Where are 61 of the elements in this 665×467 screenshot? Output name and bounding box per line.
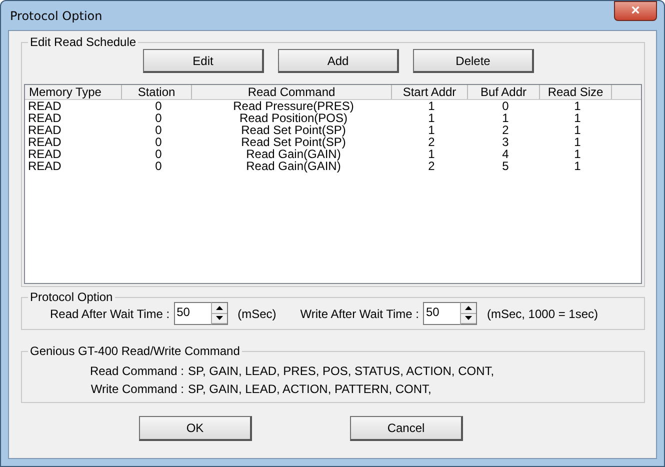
table-cell-text: 1 — [573, 136, 582, 148]
number-field[interactable]: 50 — [174, 302, 211, 325]
table-cell-text: 0 — [154, 124, 163, 136]
table-cell-text: Read Set Point(SP) — [240, 124, 346, 136]
table-cell-text: 1 — [573, 112, 582, 124]
table-cell-text: READ — [27, 148, 62, 160]
table-cell-text: Read Position(POS) — [238, 112, 348, 124]
table-cell-text: READ — [27, 100, 62, 112]
unit-label: (mSec, 1000 = 1sec) — [486, 306, 598, 320]
dialog-button[interactable]: Cancel — [350, 416, 463, 441]
table-cell-text: 0 — [154, 160, 163, 172]
table-cell-text: 1 — [573, 124, 582, 136]
table-cell-text: Read Pressure(PRES) — [232, 100, 355, 112]
table-cell-text: 0 — [154, 148, 163, 160]
group-title: Edit Read Schedule — [29, 35, 138, 49]
table-cell-text: 1 — [573, 100, 582, 112]
command-list: SP, GAIN, LEAD, PRES, POS, STATUS, ACTION, CONT, — [188, 362, 494, 380]
column-header[interactable]: Read Size — [540, 85, 612, 99]
table-cell-text: 1 — [573, 148, 582, 160]
table-cell-text: 1 — [573, 160, 582, 172]
table-cell-text: 2 — [501, 124, 510, 136]
group-title: Protocol Option — [29, 290, 114, 304]
field-label: Read After Wait Time : — [50, 306, 170, 320]
column-header[interactable]: Start Addr — [392, 85, 468, 99]
group-title: Genious GT-400 Read/Write Command — [29, 344, 241, 358]
table-cell-text: 4 — [501, 148, 510, 160]
column-header[interactable]: Buf Addr — [468, 85, 540, 99]
action-button[interactable]: Add — [278, 49, 399, 73]
table-cell-text: 0 — [154, 136, 163, 148]
table-cell-text: 1 — [501, 112, 510, 124]
table-cell-text: 1 — [427, 100, 436, 112]
table-cell-text: 3 — [501, 136, 510, 148]
column-header[interactable]: Read Command — [192, 85, 392, 99]
table-cell-text: 0 — [154, 112, 163, 124]
table-cell-text: READ — [27, 124, 62, 136]
table-cell-text: Read Set Point(SP) — [240, 136, 347, 148]
dialog-button[interactable]: OK — [139, 416, 252, 441]
table-cell-text: 5 — [501, 160, 510, 172]
table-cell-text: 1 — [427, 112, 436, 124]
table-cell-text: READ — [27, 160, 62, 172]
table-cell-text: 1 — [427, 124, 436, 136]
command-list: SP, GAIN, LEAD, ACTION, PATTERN, CONT, — [188, 380, 432, 398]
command-label: Write Command : — [90, 381, 184, 398]
table-cell-text: READ — [27, 112, 62, 124]
table-cell-text: Read Gain(GAIN) — [245, 160, 342, 172]
table-cell-text: 2 — [427, 160, 436, 172]
table-cell-text: 1 — [427, 148, 436, 160]
table-cell-text: 0 — [154, 100, 163, 112]
column-header[interactable]: Station — [122, 85, 192, 99]
table-cell-text: Read Gain(GAIN) — [245, 148, 341, 160]
action-button[interactable]: Delete — [413, 49, 534, 73]
command-label: Read Command : — [88, 363, 184, 380]
table-cell-text: 0 — [501, 100, 510, 112]
table-cell-text: READ — [27, 136, 62, 148]
column-header[interactable]: Memory Type — [25, 85, 122, 99]
table-cell-text: 2 — [427, 136, 436, 148]
unit-label: (mSec) — [238, 306, 276, 320]
action-button[interactable]: Edit — [143, 49, 264, 73]
field-label: Write After Wait Time : — [300, 306, 419, 320]
number-field[interactable]: 50 — [422, 302, 460, 325]
window-title: Protocol Option — [9, 8, 102, 22]
